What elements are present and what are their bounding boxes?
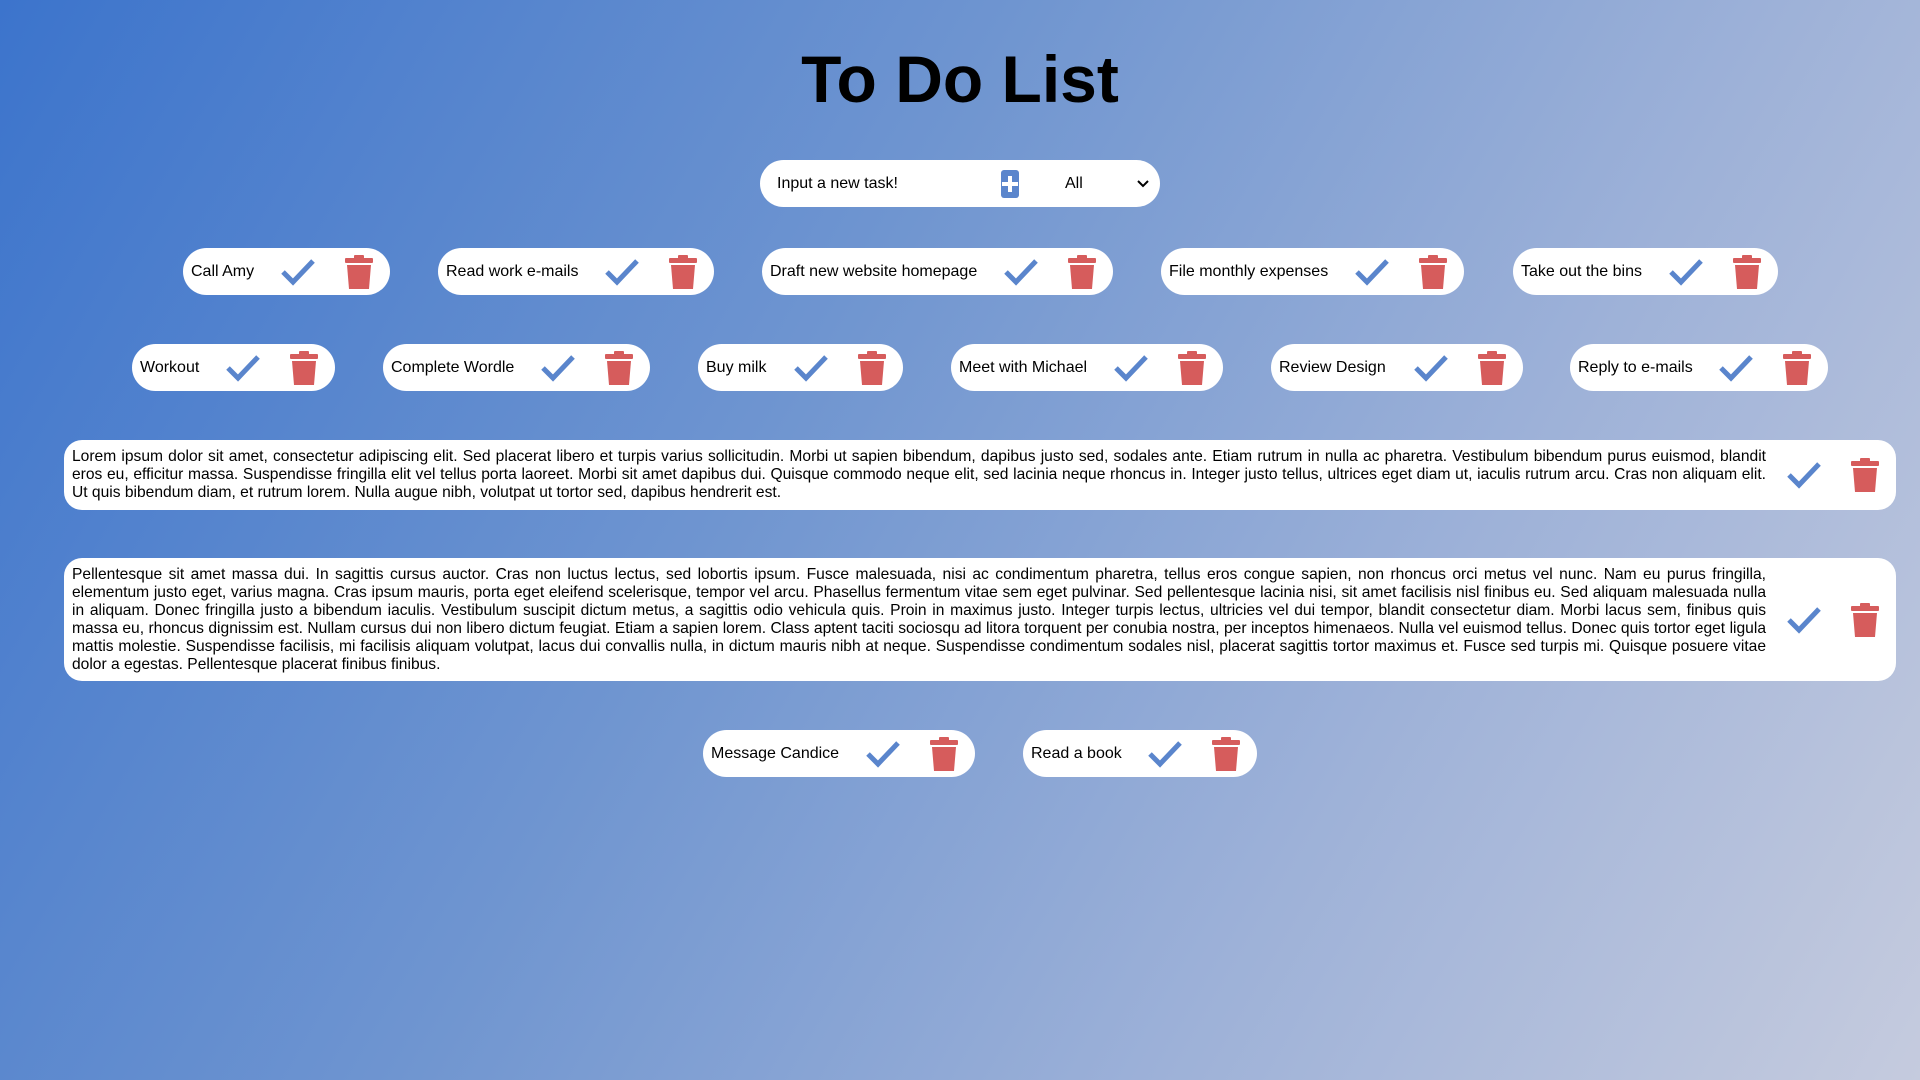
complete-button[interactable] [1111, 350, 1151, 386]
check-icon [1719, 354, 1753, 382]
task-text: Read a book [1031, 744, 1122, 762]
check-icon [866, 740, 900, 768]
delete-button[interactable] [855, 350, 889, 386]
delete-button[interactable] [287, 350, 321, 386]
complete-button[interactable] [223, 350, 263, 386]
task-item: Workout [132, 344, 335, 391]
delete-button[interactable] [602, 350, 636, 386]
delete-button[interactable] [1730, 254, 1764, 290]
check-icon [1414, 354, 1448, 382]
trash-icon [605, 350, 633, 385]
complete-button[interactable] [602, 254, 642, 290]
delete-button[interactable] [1175, 350, 1209, 386]
task-item: Take out the bins [1513, 248, 1778, 295]
task-text: Review Design [1279, 358, 1386, 376]
trash-icon [1851, 458, 1879, 492]
trash-icon [1178, 350, 1206, 385]
task-text: Take out the bins [1521, 262, 1642, 280]
trash-icon [1478, 350, 1506, 385]
task-item: Read a book [1023, 730, 1257, 777]
delete-button[interactable] [1475, 350, 1509, 386]
delete-button[interactable] [666, 254, 700, 290]
delete-button[interactable] [1848, 602, 1882, 638]
check-icon [1004, 258, 1038, 286]
delete-button[interactable] [1780, 350, 1814, 386]
complete-button[interactable] [1001, 254, 1041, 290]
task-item-long: Lorem ipsum dolor sit amet, consectetur … [64, 440, 1896, 510]
delete-button[interactable] [1065, 254, 1099, 290]
new-task-input[interactable] [775, 167, 986, 200]
delete-button[interactable] [927, 736, 961, 772]
delete-button[interactable] [1209, 736, 1243, 772]
task-item-long: Pellentesque sit amet massa dui. In sagi… [64, 558, 1896, 681]
complete-button[interactable] [1411, 350, 1451, 386]
task-item: Reply to e-mails [1570, 344, 1828, 391]
complete-button[interactable] [1784, 602, 1824, 638]
check-icon [226, 354, 260, 382]
task-text: Pellentesque sit amet massa dui. In sagi… [72, 565, 1766, 673]
trash-icon [930, 736, 958, 771]
task-text: Complete Wordle [391, 358, 515, 376]
complete-button[interactable] [1666, 254, 1706, 290]
complete-button[interactable] [538, 350, 578, 386]
task-text: Message Candice [711, 744, 840, 762]
complete-button[interactable] [1145, 736, 1185, 772]
task-item: Draft new website homepage [762, 248, 1113, 295]
task-text: Workout [140, 358, 200, 376]
trash-icon [1212, 736, 1240, 771]
trash-icon [858, 350, 886, 385]
check-icon [1787, 462, 1821, 489]
task-text: Lorem ipsum dolor sit amet, consectetur … [72, 448, 1766, 501]
trash-icon [669, 254, 697, 289]
complete-button[interactable] [1716, 350, 1756, 386]
task-item: Review Design [1271, 344, 1523, 391]
check-icon [1787, 606, 1821, 634]
page-title: To Do List [801, 42, 1119, 116]
check-icon [605, 258, 639, 286]
task-text: Read work e-mails [446, 262, 579, 280]
check-icon [281, 258, 315, 286]
trash-icon [345, 254, 373, 289]
trash-icon [1068, 254, 1096, 289]
delete-button[interactable] [1416, 254, 1450, 290]
task-item: Message Candice [703, 730, 975, 777]
complete-button[interactable] [791, 350, 831, 386]
task-item: Buy milk [698, 344, 903, 391]
task-text: Draft new website homepage [770, 262, 978, 280]
check-icon [1669, 258, 1703, 286]
complete-button[interactable] [1352, 254, 1392, 290]
complete-button[interactable] [863, 736, 903, 772]
trash-icon [290, 350, 318, 385]
delete-button[interactable] [342, 254, 376, 290]
check-icon [794, 354, 828, 382]
check-icon [1114, 354, 1148, 382]
trash-icon [1419, 254, 1447, 289]
task-item: Complete Wordle [383, 344, 650, 391]
complete-button[interactable] [1784, 457, 1824, 493]
task-text: Call Amy [191, 262, 255, 280]
task-item: Read work e-mails [438, 248, 714, 295]
check-icon [1148, 740, 1182, 768]
trash-icon [1851, 602, 1879, 637]
task-item: Call Amy [183, 248, 390, 295]
check-icon [541, 354, 575, 382]
trash-icon [1733, 254, 1761, 289]
filter-select-wrapper: All [1019, 168, 1151, 199]
delete-button[interactable] [1848, 457, 1882, 493]
task-item: File monthly expenses [1161, 248, 1464, 295]
filter-select[interactable]: All [1037, 168, 1151, 199]
check-icon [1355, 258, 1389, 286]
new-task-bar: All [760, 160, 1160, 207]
add-task-button[interactable] [1001, 169, 1019, 198]
complete-button[interactable] [278, 254, 318, 290]
task-text: Buy milk [706, 358, 767, 376]
trash-icon [1783, 350, 1811, 385]
plus-square-icon [1002, 175, 1018, 192]
task-item: Meet with Michael [951, 344, 1223, 391]
task-text: File monthly expenses [1169, 262, 1329, 280]
task-text: Reply to e-mails [1578, 358, 1693, 376]
task-text: Meet with Michael [959, 358, 1088, 376]
